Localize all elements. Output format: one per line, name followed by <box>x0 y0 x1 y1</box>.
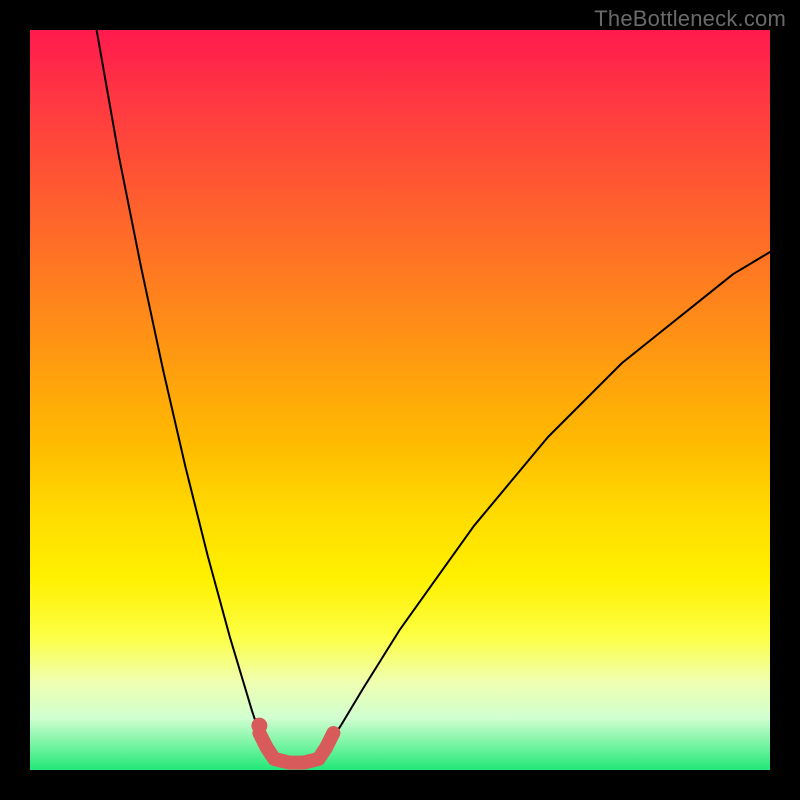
chart-svg <box>30 30 770 770</box>
series-left-branch <box>97 30 267 748</box>
chart-frame: TheBottleneck.com <box>0 0 800 800</box>
watermark-text: TheBottleneck.com <box>594 6 786 32</box>
series-right-branch <box>326 252 770 748</box>
marker-left-cap-dot <box>251 718 267 734</box>
plot-area <box>30 30 770 770</box>
series-container <box>97 30 770 763</box>
series-valley-highlight <box>259 733 333 763</box>
